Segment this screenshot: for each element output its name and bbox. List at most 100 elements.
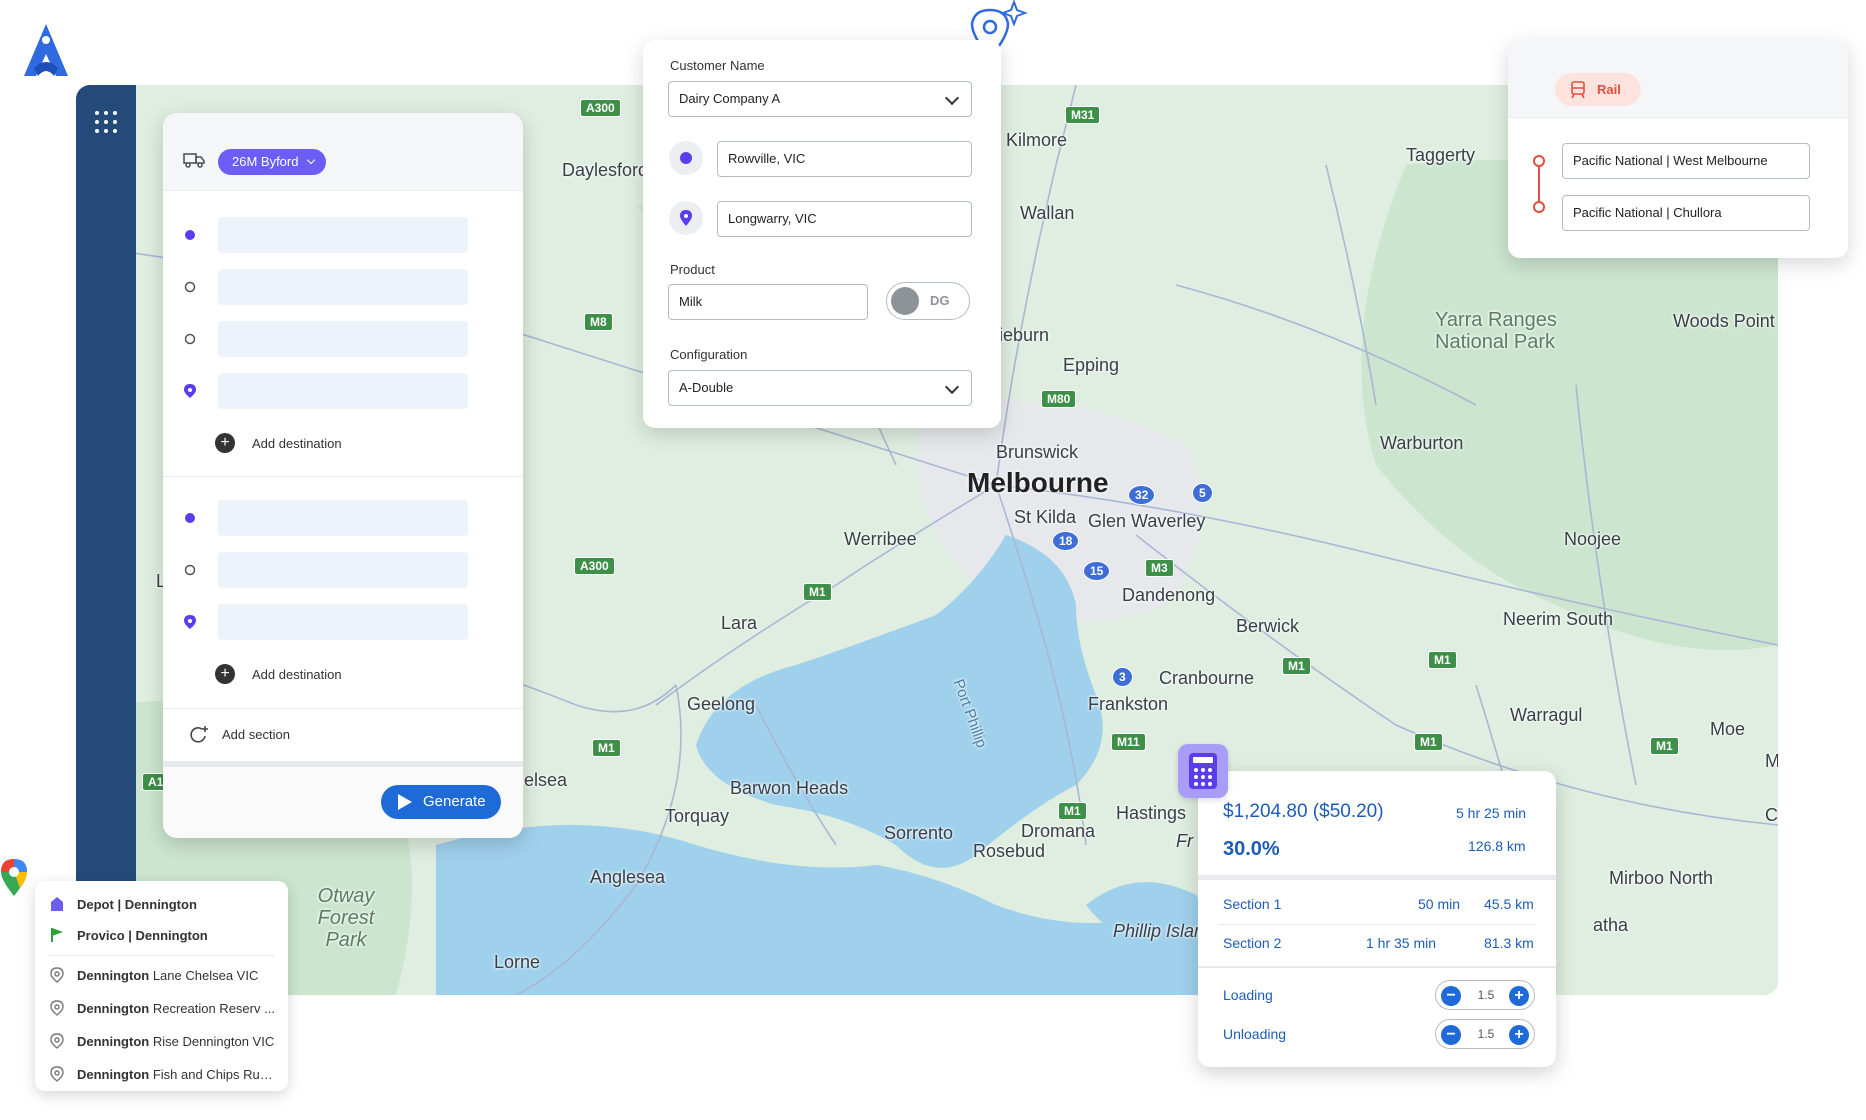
- map-label: Epping: [1063, 355, 1120, 375]
- map-label: Anglesea: [590, 867, 666, 887]
- configuration-select[interactable]: A-Double: [668, 370, 972, 406]
- destination-pin-icon: [184, 384, 196, 398]
- map-label: Cranbourne: [1159, 668, 1255, 688]
- unloading-label: Unloading: [1223, 1026, 1287, 1042]
- generate-button[interactable]: Generate: [381, 785, 501, 819]
- waypoint-circle-icon: [184, 564, 196, 576]
- stop-input[interactable]: [218, 269, 468, 305]
- customer-name-label: Customer Name: [670, 58, 765, 73]
- grid-dots-icon[interactable]: [95, 111, 117, 133]
- road-shield: M1: [1414, 733, 1443, 751]
- unloading-stepper[interactable]: − 1.5 +: [1435, 1019, 1535, 1049]
- section-name: Section 1: [1223, 896, 1282, 912]
- map-label: Glen Waverley: [1088, 511, 1206, 531]
- plus-icon[interactable]: +: [1509, 986, 1529, 1006]
- map-label: St Kilda: [1014, 507, 1077, 527]
- road-shield: M8: [584, 313, 613, 331]
- map-label: Sorrento: [884, 823, 954, 843]
- stop-row: [163, 217, 523, 253]
- map-label: Phillip Islar: [1113, 921, 1201, 941]
- plus-icon[interactable]: +: [1509, 1025, 1529, 1045]
- place-name: Provico | Dennington: [77, 928, 208, 943]
- list-item[interactable]: Depot | Dennington: [35, 890, 288, 920]
- stop-row: [163, 604, 523, 640]
- waypoint-circle-icon: [184, 281, 196, 293]
- origin-value: Rowville, VIC: [728, 151, 806, 166]
- map-label: Rosebud: [973, 841, 1046, 861]
- dg-label: DG: [930, 293, 950, 308]
- list-item[interactable]: Dennington Fish and Chips Rus...: [35, 1060, 288, 1090]
- add-destination-label: Add destination: [252, 667, 342, 682]
- list-item[interactable]: Dennington Lane Chelsea VIC: [35, 961, 288, 991]
- depot-icon: [51, 897, 63, 911]
- map-label: Geelong: [687, 694, 756, 714]
- place-detail: Lane Chelsea VIC: [149, 968, 259, 983]
- origin-dot-icon: [185, 513, 195, 523]
- destination-pin-icon: [184, 615, 196, 629]
- dg-toggle[interactable]: DG: [886, 282, 970, 320]
- map-label: Torquay: [665, 806, 730, 826]
- list-item[interactable]: Dennington Recreation Reserv ...: [35, 994, 288, 1024]
- rail-to-input[interactable]: Pacific National | Chullora: [1562, 195, 1810, 231]
- place-name: Depot | Dennington: [77, 897, 197, 912]
- rail-route-line-icon: [1533, 155, 1545, 213]
- results-card: $1,204.80 ($50.20) 5 hr 25 min 30.0% 126…: [1198, 771, 1556, 1067]
- rail-mode-chip[interactable]: Rail: [1555, 73, 1641, 106]
- stop-input[interactable]: [218, 604, 468, 640]
- road-shield: 5: [1192, 483, 1213, 503]
- route-panel-footer: Generate: [163, 761, 523, 838]
- sidebar: [76, 85, 136, 985]
- chevron-down-icon: [944, 379, 960, 395]
- product-input[interactable]: Milk: [668, 284, 868, 320]
- map-label: Barwon Heads: [730, 778, 849, 798]
- list-item[interactable]: Dennington Rise Dennington VIC: [35, 1027, 288, 1057]
- vehicle-select[interactable]: 26M Byford: [218, 149, 327, 175]
- rail-from-value: Pacific National | West Melbourne: [1573, 153, 1768, 168]
- map-label: C: [1765, 805, 1778, 825]
- configuration-value: A-Double: [679, 380, 734, 395]
- loading-stepper[interactable]: − 1.5 +: [1435, 980, 1535, 1010]
- map-label: ieburn: [999, 325, 1050, 345]
- origin-input[interactable]: Rowville, VIC: [717, 141, 972, 177]
- section-distance: 81.3 km: [1484, 935, 1534, 951]
- map-label: Berwick: [1236, 616, 1300, 636]
- map-label: Yarra Ranges National Park: [1435, 309, 1557, 353]
- calculator-icon: [1178, 744, 1228, 798]
- stop-row: [163, 500, 523, 536]
- play-icon: [398, 794, 412, 810]
- road-shield: M1: [1428, 651, 1457, 669]
- road-shield: M1: [1282, 657, 1311, 675]
- stop-input[interactable]: [218, 373, 468, 409]
- customer-value: Dairy Company A: [679, 91, 781, 106]
- stop-input[interactable]: [218, 321, 468, 357]
- location-pin-icon: [50, 1033, 64, 1049]
- stop-input[interactable]: [218, 217, 468, 253]
- location-pin-icon: [50, 967, 64, 983]
- road-shield: M1: [592, 739, 621, 757]
- train-icon: [1571, 81, 1585, 99]
- stop-row: [163, 552, 523, 588]
- stop-input[interactable]: [218, 552, 468, 588]
- map-label: Lorne: [494, 952, 541, 972]
- map-label: Mirboo North: [1609, 868, 1714, 888]
- map-label: Neerim South: [1503, 609, 1614, 629]
- margin-percent: 30.0%: [1223, 838, 1280, 860]
- divider: [163, 476, 523, 477]
- list-item[interactable]: Provico | Dennington: [35, 921, 288, 951]
- map-label: Frankston: [1088, 694, 1169, 714]
- stop-input[interactable]: [218, 500, 468, 536]
- destination-input[interactable]: Longwarry, VIC: [717, 201, 972, 237]
- rail-mode-label: Rail: [1597, 82, 1621, 97]
- map-label: Kilmore: [1006, 130, 1068, 150]
- place-name: Dennington: [77, 1034, 150, 1049]
- section-time: 50 min: [1418, 896, 1461, 912]
- map-label: Lara: [721, 613, 758, 633]
- origin-icon: [669, 141, 703, 175]
- place-detail: Fish and Chips Rus...: [149, 1067, 277, 1082]
- add-section-button[interactable]: Add section: [188, 725, 290, 748]
- rail-from-input[interactable]: Pacific National | West Melbourne: [1562, 143, 1810, 179]
- customer-select[interactable]: Dairy Company A: [668, 81, 972, 117]
- map-label: Brunswick: [996, 442, 1079, 462]
- total-duration: 5 hr 25 min: [1456, 805, 1527, 821]
- road-shield: A300: [580, 99, 621, 117]
